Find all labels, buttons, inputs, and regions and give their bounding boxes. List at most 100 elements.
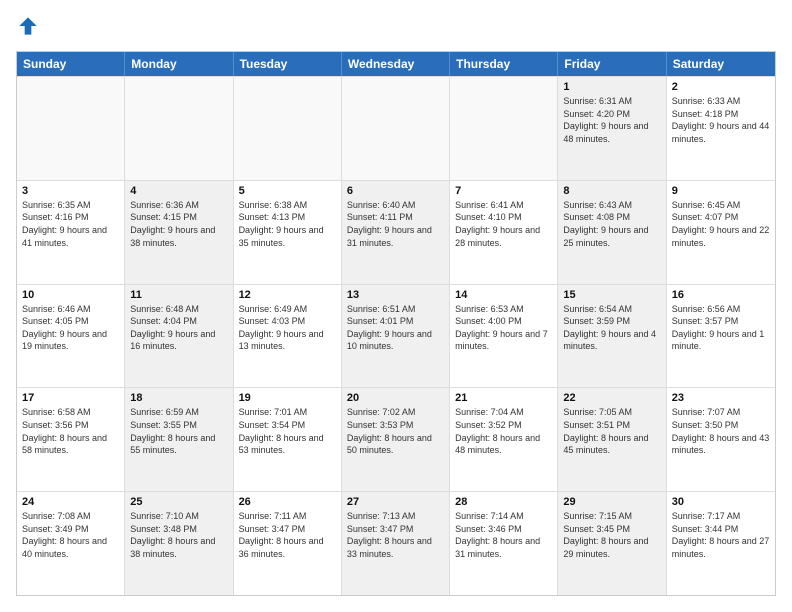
day-info: Sunrise: 6:49 AM Sunset: 4:03 PM Dayligh… [239, 303, 336, 353]
day-info: Sunrise: 7:11 AM Sunset: 3:47 PM Dayligh… [239, 510, 336, 560]
day-info: Sunrise: 7:05 AM Sunset: 3:51 PM Dayligh… [563, 406, 660, 456]
calendar-cell: 10Sunrise: 6:46 AM Sunset: 4:05 PM Dayli… [17, 285, 125, 388]
day-number: 9 [672, 185, 770, 197]
day-info: Sunrise: 6:53 AM Sunset: 4:00 PM Dayligh… [455, 303, 552, 353]
day-info: Sunrise: 7:08 AM Sunset: 3:49 PM Dayligh… [22, 510, 119, 560]
calendar-cell: 29Sunrise: 7:15 AM Sunset: 3:45 PM Dayli… [558, 492, 666, 595]
day-number: 27 [347, 496, 444, 508]
day-number: 8 [563, 185, 660, 197]
calendar-cell: 15 Sunrise: 6:54 AM Sunset: 3:59 PM Dayli… [558, 285, 666, 388]
calendar-row: 10Sunrise: 6:46 AM Sunset: 4:05 PM Dayli… [17, 284, 775, 388]
day-info: Sunrise: 7:14 AM Sunset: 3:46 PM Dayligh… [455, 510, 552, 560]
day-number: 10 [22, 289, 119, 301]
day-number: 15 [563, 289, 660, 301]
day-number: 24 [22, 496, 119, 508]
logo [16, 16, 38, 41]
calendar-row: 24 Sunrise: 7:08 AM Sunset: 3:49 PM Dayli… [17, 491, 775, 595]
day-number: 3 [22, 185, 119, 197]
calendar-cell [234, 77, 342, 180]
calendar-cell: 24 Sunrise: 7:08 AM Sunset: 3:49 PM Dayli… [17, 492, 125, 595]
day-number: 25 [130, 496, 227, 508]
calendar-cell [125, 77, 233, 180]
day-info: Sunrise: 7:15 AM Sunset: 3:45 PM Dayligh… [563, 510, 660, 560]
calendar-cell: 14Sunrise: 6:53 AM Sunset: 4:00 PM Dayli… [450, 285, 558, 388]
calendar-cell: 3 Sunrise: 6:35 AM Sunset: 4:16 PM Daylig… [17, 181, 125, 284]
day-number: 13 [347, 289, 444, 301]
calendar-row: 3 Sunrise: 6:35 AM Sunset: 4:16 PM Daylig… [17, 180, 775, 284]
calendar-cell: 5 Sunrise: 6:38 AM Sunset: 4:13 PM Daylig… [234, 181, 342, 284]
calendar-cell: 18 Sunrise: 6:59 AM Sunset: 3:55 PM Dayli… [125, 388, 233, 491]
day-info: Sunrise: 6:51 AM Sunset: 4:01 PM Dayligh… [347, 303, 444, 353]
day-number: 11 [130, 289, 227, 301]
day-number: 12 [239, 289, 336, 301]
calendar-cell: 20 Sunrise: 7:02 AM Sunset: 3:53 PM Dayli… [342, 388, 450, 491]
day-info: Sunrise: 6:45 AM Sunset: 4:07 PM Dayligh… [672, 199, 770, 249]
day-info: Sunrise: 6:31 AM Sunset: 4:20 PM Dayligh… [563, 95, 660, 145]
day-info: Sunrise: 6:54 AM Sunset: 3:59 PM Dayligh… [563, 303, 660, 353]
calendar-cell: 16Sunrise: 6:56 AM Sunset: 3:57 PM Dayli… [667, 285, 775, 388]
weekday-header: Wednesday [342, 52, 450, 76]
day-info: Sunrise: 7:10 AM Sunset: 3:48 PM Dayligh… [130, 510, 227, 560]
calendar-cell: 23Sunrise: 7:07 AM Sunset: 3:50 PM Dayli… [667, 388, 775, 491]
day-number: 22 [563, 392, 660, 404]
day-number: 5 [239, 185, 336, 197]
calendar-cell: 8 Sunrise: 6:43 AM Sunset: 4:08 PM Daylig… [558, 181, 666, 284]
calendar-cell: 28 Sunrise: 7:14 AM Sunset: 3:46 PM Dayli… [450, 492, 558, 595]
calendar-row: 1 Sunrise: 6:31 AM Sunset: 4:20 PM Daylig… [17, 76, 775, 180]
day-number: 18 [130, 392, 227, 404]
calendar-cell: 27 Sunrise: 7:13 AM Sunset: 3:47 PM Dayli… [342, 492, 450, 595]
calendar-cell: 7 Sunrise: 6:41 AM Sunset: 4:10 PM Daylig… [450, 181, 558, 284]
weekday-header: Friday [558, 52, 666, 76]
day-number: 23 [672, 392, 770, 404]
day-number: 30 [672, 496, 770, 508]
calendar-cell: 4 Sunrise: 6:36 AM Sunset: 4:15 PM Daylig… [125, 181, 233, 284]
day-info: Sunrise: 6:43 AM Sunset: 4:08 PM Dayligh… [563, 199, 660, 249]
calendar-cell: 25 Sunrise: 7:10 AM Sunset: 3:48 PM Dayli… [125, 492, 233, 595]
calendar-cell: 19 Sunrise: 7:01 AM Sunset: 3:54 PM Dayli… [234, 388, 342, 491]
calendar-cell: 9 Sunrise: 6:45 AM Sunset: 4:07 PM Daylig… [667, 181, 775, 284]
calendar-cell [450, 77, 558, 180]
day-info: Sunrise: 7:13 AM Sunset: 3:47 PM Dayligh… [347, 510, 444, 560]
day-info: Sunrise: 6:41 AM Sunset: 4:10 PM Dayligh… [455, 199, 552, 249]
day-number: 7 [455, 185, 552, 197]
calendar-cell: 22 Sunrise: 7:05 AM Sunset: 3:51 PM Dayli… [558, 388, 666, 491]
day-info: Sunrise: 6:38 AM Sunset: 4:13 PM Dayligh… [239, 199, 336, 249]
day-number: 6 [347, 185, 444, 197]
day-number: 17 [22, 392, 119, 404]
day-number: 26 [239, 496, 336, 508]
day-number: 20 [347, 392, 444, 404]
weekday-header: Thursday [450, 52, 558, 76]
calendar-cell: 11 Sunrise: 6:48 AM Sunset: 4:04 PM Dayli… [125, 285, 233, 388]
calendar-cell: 17 Sunrise: 6:58 AM Sunset: 3:56 PM Dayli… [17, 388, 125, 491]
day-number: 19 [239, 392, 336, 404]
day-info: Sunrise: 6:35 AM Sunset: 4:16 PM Dayligh… [22, 199, 119, 249]
calendar-cell: 30 Sunrise: 7:17 AM Sunset: 3:44 PM Dayli… [667, 492, 775, 595]
page: SundayMondayTuesdayWednesdayThursdayFrid… [0, 0, 792, 612]
day-info: Sunrise: 6:48 AM Sunset: 4:04 PM Dayligh… [130, 303, 227, 353]
day-info: Sunrise: 6:36 AM Sunset: 4:15 PM Dayligh… [130, 199, 227, 249]
day-number: 2 [672, 81, 770, 93]
day-info: Sunrise: 6:33 AM Sunset: 4:18 PM Dayligh… [672, 95, 770, 145]
logo-icon [18, 16, 38, 36]
calendar-cell: 21 Sunrise: 7:04 AM Sunset: 3:52 PM Dayli… [450, 388, 558, 491]
day-info: Sunrise: 6:59 AM Sunset: 3:55 PM Dayligh… [130, 406, 227, 456]
day-info: Sunrise: 6:58 AM Sunset: 3:56 PM Dayligh… [22, 406, 119, 456]
calendar-row: 17 Sunrise: 6:58 AM Sunset: 3:56 PM Dayli… [17, 387, 775, 491]
day-number: 28 [455, 496, 552, 508]
day-number: 1 [563, 81, 660, 93]
day-info: Sunrise: 7:01 AM Sunset: 3:54 PM Dayligh… [239, 406, 336, 456]
day-info: Sunrise: 7:17 AM Sunset: 3:44 PM Dayligh… [672, 510, 770, 560]
calendar-body: 1 Sunrise: 6:31 AM Sunset: 4:20 PM Daylig… [17, 76, 775, 595]
day-info: Sunrise: 7:02 AM Sunset: 3:53 PM Dayligh… [347, 406, 444, 456]
weekday-header: Saturday [667, 52, 775, 76]
header [16, 16, 776, 41]
calendar-cell: 12 Sunrise: 6:49 AM Sunset: 4:03 PM Dayli… [234, 285, 342, 388]
day-number: 21 [455, 392, 552, 404]
calendar-cell: 1 Sunrise: 6:31 AM Sunset: 4:20 PM Daylig… [558, 77, 666, 180]
calendar-cell [342, 77, 450, 180]
day-info: Sunrise: 7:04 AM Sunset: 3:52 PM Dayligh… [455, 406, 552, 456]
weekday-header: Sunday [17, 52, 125, 76]
day-number: 4 [130, 185, 227, 197]
calendar: SundayMondayTuesdayWednesdayThursdayFrid… [16, 51, 776, 596]
day-number: 16 [672, 289, 770, 301]
